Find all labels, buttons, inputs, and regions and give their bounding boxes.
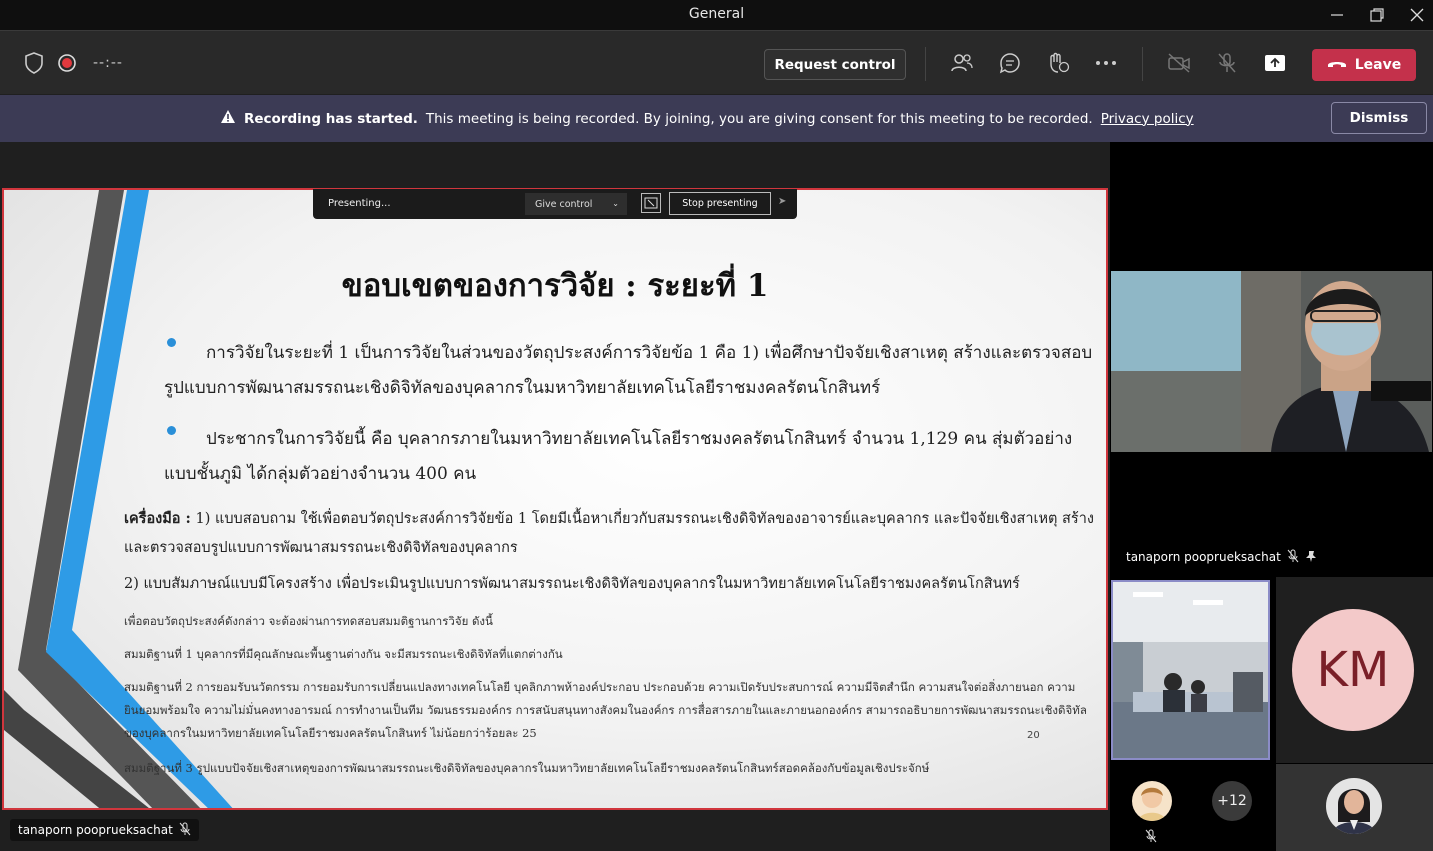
shield-icon[interactable] [20, 49, 48, 77]
mic-off-icon [1145, 828, 1157, 847]
recording-started-text: Recording has started. [244, 110, 418, 127]
tools-label: เครื่องมือ : [124, 510, 191, 527]
stop-presenting-button[interactable]: Stop presenting [669, 192, 771, 215]
dismiss-button[interactable]: Dismiss [1331, 102, 1427, 134]
slide-title: ขอบเขตของการวิจัย : ระยะที่ 1 [341, 268, 769, 304]
share-window-icon[interactable] [641, 193, 661, 213]
divider [1142, 47, 1143, 81]
participant-avatar [1326, 778, 1382, 834]
mic-off-icon[interactable] [1213, 49, 1241, 77]
slide-hypothesis-intro: เพื่อตอบวัตถุประสงค์ดังกล่าว จะต้องผ่านก… [124, 614, 493, 628]
presenting-toolbar: Presenting... Give control ⌄ Stop presen… [313, 189, 797, 219]
chat-icon[interactable] [996, 49, 1024, 77]
leave-button[interactable]: Leave [1312, 49, 1416, 81]
slide-bullet-1: การวิจัยในระยะที่ 1 เป็นการวิจัยในส่วนขอ… [164, 343, 1093, 398]
participant-video-room[interactable] [1111, 580, 1270, 760]
recording-indicator-icon [53, 49, 81, 77]
warning-icon [220, 109, 236, 128]
video-feed [1111, 271, 1432, 452]
slide-hypothesis-1: สมมติฐานที่ 1 บุคลากรที่มีคุณลักษณะพื้นฐ… [124, 647, 563, 661]
mic-off-icon [1287, 549, 1299, 566]
mic-off-icon [179, 822, 191, 839]
main-video-name: tanaporn pooprueksachat [1126, 550, 1281, 564]
presenter-name: tanaporn pooprueksachat [18, 823, 173, 837]
camera-off-icon[interactable] [1165, 49, 1193, 77]
minimize-icon[interactable] [1317, 0, 1357, 30]
raise-hand-icon[interactable] [1044, 49, 1072, 77]
pin-icon[interactable]: ➤ [778, 196, 786, 207]
close-icon[interactable] [1397, 0, 1433, 30]
request-control-button[interactable]: Request control [764, 49, 906, 80]
meeting-timer: --:-- [93, 55, 123, 71]
share-screen-icon[interactable] [1261, 49, 1289, 77]
more-options-icon[interactable] [1092, 49, 1120, 77]
tools-1: 1) แบบสอบถาม ใช้เพื่อตอบวัตถุประสงค์การว… [124, 511, 1094, 556]
title-bar: General [0, 0, 1433, 30]
recording-banner: Recording has started. This meeting is b… [0, 95, 1433, 142]
slide-tools: เครื่องมือ : 1) แบบสอบถาม ใช้เพื่อตอบวัต… [124, 504, 1099, 563]
slide-bullet-2: ประชากรในการวิจัยนี้ คือ บุคลากรภายในมหา… [164, 429, 1073, 484]
divider [925, 47, 926, 81]
chevron-down-icon: ⌄ [612, 199, 619, 208]
slide-page-number: 20 [1027, 730, 1040, 741]
privacy-policy-link[interactable]: Privacy policy [1101, 111, 1194, 127]
km-avatar: KM [1292, 609, 1414, 731]
restore-icon[interactable] [1357, 0, 1397, 30]
slide-tools-2: 2) แบบสัมภาษณ์แบบมีโครงสร้าง เพื่อประเมิ… [124, 576, 1020, 592]
slide-hypothesis-3: สมมติฐานที่ 3 รูปแบบปัจจัยเชิงสาเหตุของก… [124, 761, 930, 775]
hang-up-icon [1327, 57, 1347, 73]
slide-hypothesis-2: สมมติฐานที่ 2 การยอมรับนวัตกรรม การยอมรั… [124, 680, 1087, 740]
window-title: General [688, 6, 745, 22]
shared-slide: ขอบเขตของการวิจัย : ระยะที่ 1 การวิจัยใน… [2, 188, 1108, 810]
give-control-dropdown[interactable]: Give control ⌄ [525, 193, 627, 215]
pin-icon [1305, 550, 1317, 565]
people-icon[interactable] [948, 49, 976, 77]
leave-label: Leave [1354, 57, 1402, 73]
recording-consent-text: This meeting is being recorded. By joini… [425, 110, 1093, 127]
presenting-status: Presenting... [328, 198, 391, 209]
more-participants-button[interactable]: +12 [1212, 781, 1252, 821]
recording-message: Recording has started. This meeting is b… [220, 109, 1194, 128]
participant-avatar[interactable] [1132, 781, 1172, 821]
meeting-toolbar: --:-- Request control Leave [0, 30, 1433, 94]
participant-video-main[interactable] [1111, 271, 1432, 452]
give-control-label: Give control [535, 198, 593, 210]
presenter-name-tag: tanaporn pooprueksachat [10, 819, 199, 841]
main-video-name-tag: tanaporn pooprueksachat [1118, 546, 1325, 568]
room-video-feed [1113, 582, 1268, 758]
